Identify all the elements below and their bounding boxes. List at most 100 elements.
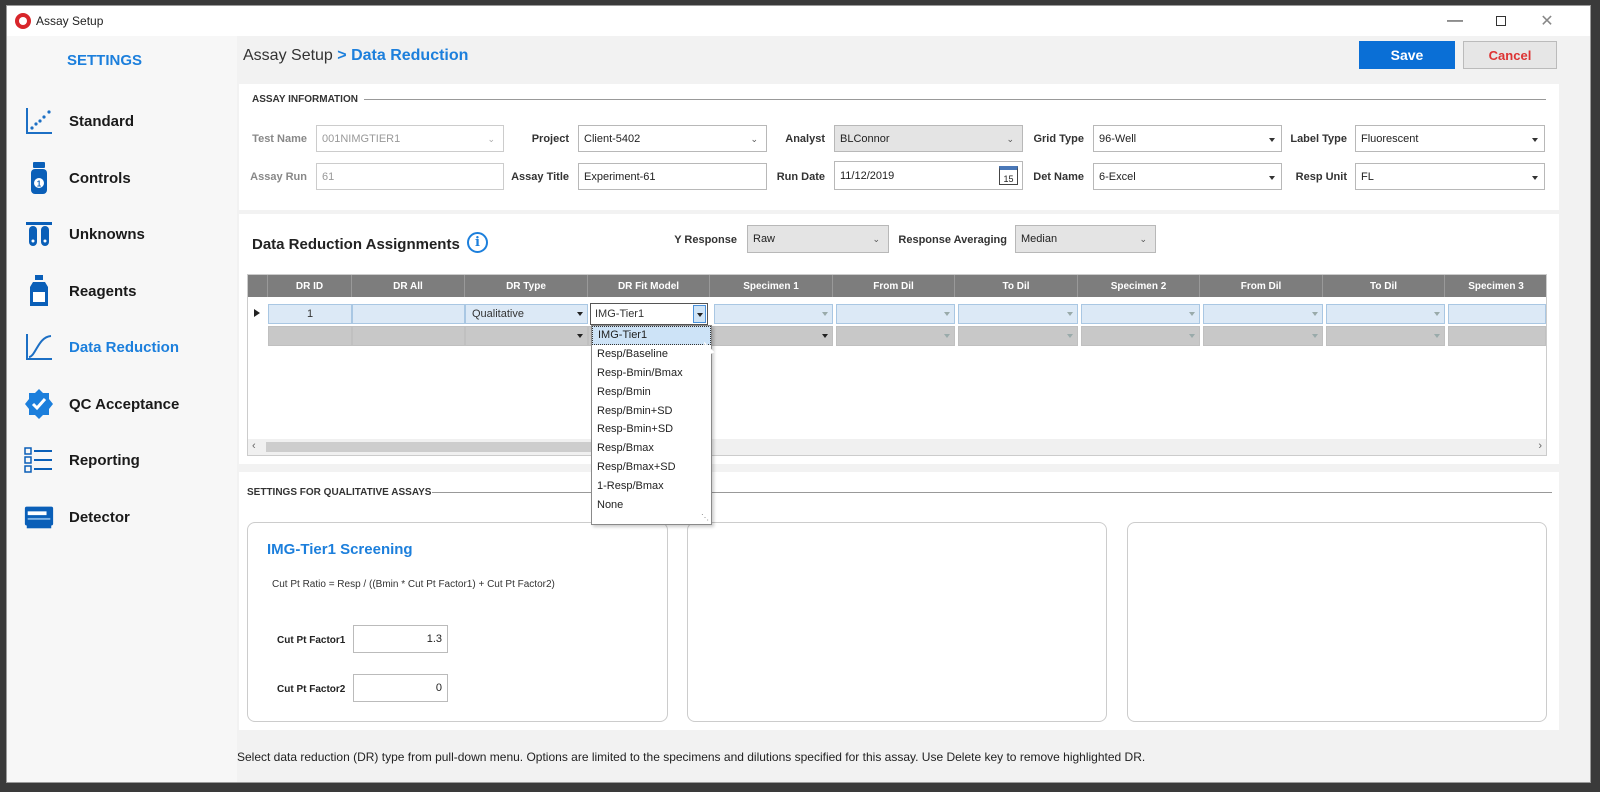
run-date-field[interactable]: 11/12/2019 15: [834, 161, 1023, 190]
maximize-button[interactable]: [1478, 6, 1524, 36]
sidebar-item-reagents[interactable]: Reagents: [23, 271, 233, 311]
from-dil-cell[interactable]: [1203, 304, 1323, 324]
column-header[interactable]: From Dil: [833, 275, 955, 297]
scatter-chart-icon: [23, 104, 55, 138]
dr-type-cell[interactable]: [465, 326, 588, 346]
dr-id-cell[interactable]: [268, 326, 352, 346]
specimen-cell[interactable]: [1081, 326, 1200, 346]
row-selector-icon[interactable]: [254, 309, 260, 317]
dr-all-cell[interactable]: [352, 304, 465, 324]
dropdown-option[interactable]: None: [592, 495, 711, 514]
cut-pt-factor1-input[interactable]: 1.3: [353, 625, 448, 653]
column-header[interactable]: Specimen 1: [710, 275, 833, 297]
column-header[interactable]: To Dil: [955, 275, 1078, 297]
column-header[interactable]: DR All: [352, 275, 465, 297]
dr-all-cell[interactable]: [352, 326, 465, 346]
column-header[interactable]: To Dil: [1323, 275, 1445, 297]
to-dil-cell[interactable]: [1326, 326, 1445, 346]
caret-down-icon: [1434, 334, 1440, 338]
info-icon[interactable]: i: [467, 232, 488, 253]
to-dil-cell[interactable]: [958, 326, 1078, 346]
column-header[interactable]: Specimen 2: [1078, 275, 1200, 297]
empty-settings-card: [687, 522, 1107, 722]
dr-type-cell[interactable]: Qualitative: [465, 304, 588, 324]
dr-id-cell[interactable]: 1: [268, 304, 352, 324]
column-header[interactable]: DR Fit Model: [588, 275, 710, 297]
column-header[interactable]: DR ID: [268, 275, 352, 297]
test-name-label: Test Name: [252, 133, 307, 145]
row-header-corner: [248, 275, 268, 297]
column-header[interactable]: From Dil: [1200, 275, 1323, 297]
dropdown-option[interactable]: 1-Resp/Bmax: [592, 476, 711, 495]
dropdown-toggle-button[interactable]: [693, 305, 706, 323]
y-response-select[interactable]: Raw ⌄: [747, 225, 889, 253]
test-name-value: 001NIMGTIER1: [322, 132, 401, 145]
test-name-select: 001NIMGTIER1 ⌄: [316, 125, 504, 152]
sidebar: SETTINGS Standard 1 Controls Unknowns Re…: [7, 36, 237, 782]
from-dil-cell[interactable]: [836, 304, 955, 324]
scroll-left-icon[interactable]: ‹: [252, 440, 256, 452]
from-dil-cell[interactable]: [1203, 326, 1323, 346]
cancel-button[interactable]: Cancel: [1463, 41, 1557, 69]
dropdown-option[interactable]: Resp/Bmax: [592, 439, 711, 458]
project-select[interactable]: Client-5402 ⌄: [578, 125, 767, 152]
caret-down-icon: [822, 312, 828, 316]
chevron-down-icon: ⌄: [487, 134, 495, 144]
footer-hint: Select data reduction (DR) type from pul…: [237, 750, 1146, 764]
caret-down-icon: [697, 313, 703, 317]
sidebar-item-standard[interactable]: Standard: [23, 101, 233, 141]
dropdown-option[interactable]: Resp-Bmin/Bmax: [592, 364, 711, 383]
sidebar-item-reporting[interactable]: Reporting: [23, 440, 233, 480]
cut-pt-factor1-label: Cut Pt Factor1: [277, 635, 346, 646]
test-tubes-icon: [23, 217, 55, 251]
sidebar-item-qc-acceptance[interactable]: QC Acceptance: [23, 384, 233, 424]
column-header[interactable]: DR Type: [465, 275, 588, 297]
dropdown-option[interactable]: IMG-Tier1: [592, 326, 711, 345]
specimen-cell[interactable]: [1081, 304, 1200, 324]
close-window-button[interactable]: ✕: [1524, 6, 1570, 36]
sidebar-item-detector[interactable]: Detector: [23, 497, 233, 537]
caret-down-icon: [1312, 312, 1318, 316]
dropdown-option[interactable]: Resp/Bmin+SD: [592, 401, 711, 420]
dropdown-option[interactable]: Resp/Bmin: [592, 382, 711, 401]
resp-unit-select[interactable]: FL: [1355, 163, 1545, 190]
horizontal-scrollbar[interactable]: ‹ ›: [248, 439, 1546, 455]
to-dil-cell[interactable]: [958, 304, 1078, 324]
dropdown-option[interactable]: Resp-Bmin+SD: [592, 420, 711, 439]
specimen-cell[interactable]: [1448, 326, 1546, 346]
dr-fit-model-combo[interactable]: IMG-Tier1: [590, 303, 708, 325]
caret-down-icon: [1189, 334, 1195, 338]
sidebar-item-label: Controls: [69, 169, 131, 187]
sidebar-item-unknowns[interactable]: Unknowns: [23, 214, 233, 254]
dropdown-option[interactable]: Resp/Bmax+SD: [592, 458, 711, 477]
sidebar-item-controls[interactable]: 1 Controls: [23, 158, 233, 198]
caret-down-icon: [1189, 312, 1195, 316]
sidebar-item-data-reduction[interactable]: Data Reduction: [23, 327, 233, 367]
minimize-button[interactable]: —: [1432, 6, 1478, 36]
breadcrumb: Assay Setup > Data Reduction: [243, 47, 468, 65]
save-button[interactable]: Save: [1359, 41, 1455, 69]
det-name-value: 6-Excel: [1099, 170, 1136, 183]
from-dil-cell[interactable]: [836, 326, 955, 346]
det-name-select[interactable]: 6-Excel: [1093, 163, 1282, 190]
cut-pt-factor2-input[interactable]: 0: [353, 674, 448, 702]
assay-title-field[interactable]: Experiment-61: [578, 163, 767, 190]
response-averaging-select[interactable]: Median ⌄: [1015, 225, 1156, 253]
sidebar-item-label: Unknowns: [69, 225, 145, 243]
scrollbar-thumb[interactable]: [266, 442, 596, 452]
curve-chart-icon: [23, 330, 55, 364]
response-averaging-value: Median: [1021, 233, 1058, 245]
to-dil-cell[interactable]: [1326, 304, 1445, 324]
specimen-cell[interactable]: [714, 304, 833, 324]
specimen-cell[interactable]: [1448, 304, 1546, 324]
resize-grip-icon[interactable]: ⋱: [701, 513, 709, 522]
dropdown-option[interactable]: Resp/Baseline: [592, 345, 711, 364]
grid-type-select[interactable]: 96-Well: [1093, 125, 1282, 152]
breadcrumb-root[interactable]: Assay Setup: [243, 47, 333, 64]
scroll-right-icon[interactable]: ›: [1538, 440, 1542, 452]
analyst-select[interactable]: BLConnor ⌄: [834, 125, 1023, 152]
label-type-select[interactable]: Fluorescent: [1355, 125, 1545, 152]
sidebar-item-label: QC Acceptance: [69, 395, 180, 413]
column-header[interactable]: Specimen 3: [1445, 275, 1546, 297]
caret-down-icon: [944, 312, 950, 316]
